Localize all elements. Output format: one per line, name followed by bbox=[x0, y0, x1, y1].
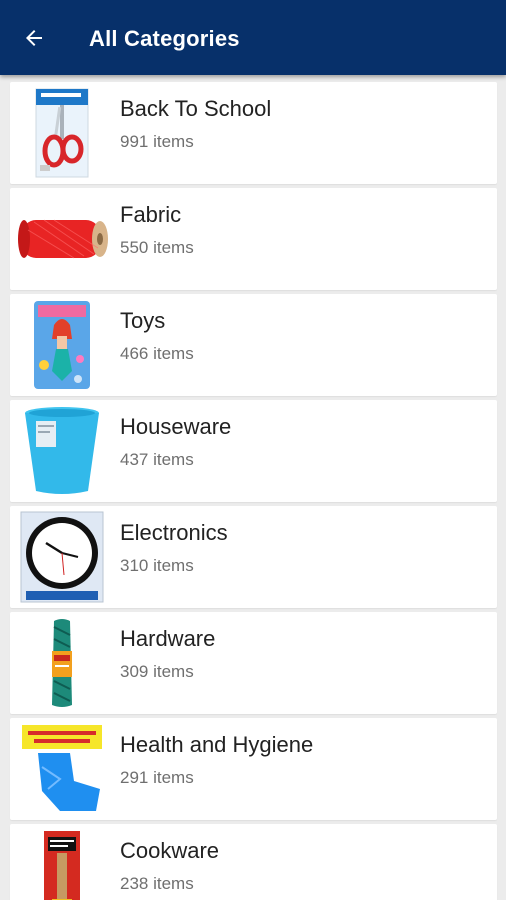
category-card-back-to-school[interactable]: Back To School 991 items bbox=[10, 82, 497, 184]
category-item-count: 466 items bbox=[120, 344, 194, 363]
wall-clock-image bbox=[14, 510, 110, 604]
category-item-count: 309 items bbox=[120, 662, 194, 681]
green-rope-image bbox=[14, 616, 110, 710]
category-card-houseware[interactable]: Houseware 437 items bbox=[10, 400, 497, 502]
category-name: Toys bbox=[120, 308, 166, 333]
red-thread-spool-image bbox=[14, 192, 110, 286]
ankle-support-image bbox=[14, 722, 110, 816]
category-item-count: 291 items bbox=[120, 768, 194, 787]
category-item-count: 991 items bbox=[120, 132, 194, 151]
category-card-cookware[interactable]: Cookware 238 items bbox=[10, 824, 497, 900]
blue-wastebasket-image bbox=[14, 404, 110, 498]
category-item-count: 238 items bbox=[120, 874, 194, 893]
category-name: Health and Hygiene bbox=[120, 732, 314, 757]
category-card-electronics[interactable]: Electronics 310 items bbox=[10, 506, 497, 608]
category-list: Back To School 991 items Fabric 550 item… bbox=[10, 82, 497, 900]
category-name: Houseware bbox=[120, 414, 232, 439]
page-title: All Categories bbox=[89, 26, 240, 51]
scissors-package-image bbox=[14, 86, 110, 180]
category-item-count: 550 items bbox=[120, 238, 194, 257]
category-item-count: 437 items bbox=[120, 450, 194, 469]
arrow-left-icon[interactable] bbox=[22, 26, 46, 55]
category-name: Hardware bbox=[120, 626, 216, 651]
mermaid-doll-package-image bbox=[14, 298, 110, 392]
back-button[interactable] bbox=[14, 22, 54, 58]
cooking-utensil-package-image bbox=[14, 828, 110, 900]
category-card-fabric[interactable]: Fabric 550 items bbox=[10, 188, 497, 290]
category-item-count: 310 items bbox=[120, 556, 194, 575]
app-bar: All Categories bbox=[0, 0, 506, 75]
category-name: Cookware bbox=[120, 838, 220, 863]
category-name: Electronics bbox=[120, 520, 228, 545]
category-name: Fabric bbox=[120, 202, 182, 227]
category-name: Back To School bbox=[120, 96, 272, 121]
category-card-hardware[interactable]: Hardware 309 items bbox=[10, 612, 497, 714]
category-card-health-and-hygiene[interactable]: Health and Hygiene 291 items bbox=[10, 718, 497, 820]
category-card-toys[interactable]: Toys 466 items bbox=[10, 294, 497, 396]
